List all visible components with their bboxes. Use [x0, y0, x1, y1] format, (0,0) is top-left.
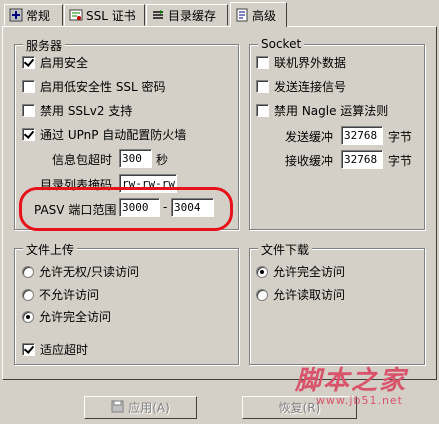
packet-timeout-unit: 秒 [156, 153, 169, 167]
download-full-radio[interactable]: 允许完全访问 [256, 263, 345, 280]
upload-group-title: 文件上传 [23, 241, 78, 258]
adapt-timeout-check[interactable] [22, 343, 35, 356]
dir-mask-label: 目录列表掩码 [40, 178, 113, 192]
dir-mask-input[interactable]: rw-rw-rw- [119, 174, 177, 193]
upnp-checkbox[interactable]: 通过 UPnP 自动配置防火墙 [22, 126, 186, 143]
tab-general[interactable]: 常规 [4, 4, 63, 26]
upload-full-label: 允许完全访问 [39, 310, 112, 324]
enable-security-checkbox[interactable]: 启用安全 [22, 54, 88, 71]
tab-cache[interactable]: 目录缓存 [146, 4, 228, 26]
tab-advanced[interactable]: 高级 [230, 2, 287, 27]
download-full-dot[interactable] [256, 265, 268, 278]
upload-deny-radio[interactable]: 不允许访问 [22, 286, 99, 303]
disable-sslv2-label: 禁用 SSLv2 支持 [40, 104, 133, 118]
apply-button-label: 应用(A) [128, 401, 170, 415]
tab-ssl-label: SSL 证书 [86, 8, 136, 23]
pasv-range-label: PASV 端口范围 [34, 203, 117, 217]
send-buffer-unit: 字节 [388, 130, 413, 144]
download-read-label: 允许读取访问 [273, 288, 346, 302]
disable-nagle-label: 禁用 Nagle 运算法则 [274, 104, 389, 118]
enable-low-ssl-label: 启用低安全性 SSL 密码 [40, 80, 166, 94]
watermark-url: www.jb51.net [315, 394, 403, 407]
disable-sslv2-checkbox[interactable]: 禁用 SSLv2 支持 [22, 102, 132, 119]
send-buffer-input[interactable]: 32768 [341, 126, 383, 145]
recv-buffer-unit: 字节 [388, 154, 413, 168]
upnp-check[interactable] [22, 128, 35, 141]
send-keepalive-check[interactable] [256, 80, 269, 93]
packet-timeout-label: 信息包超时 [52, 153, 113, 167]
upload-full-radio[interactable]: 允许完全访问 [22, 308, 111, 325]
settings-icon [9, 8, 23, 22]
tab-advanced-label: 高级 [252, 8, 277, 23]
download-full-label: 允许完全访问 [273, 265, 346, 279]
upnp-label: 通过 UPnP 自动配置防火墙 [40, 128, 187, 142]
download-read-dot[interactable] [256, 288, 268, 301]
watermark-logo-text: 脚本之家 [294, 366, 407, 396]
oob-data-checkbox[interactable]: 联机界外数据 [256, 54, 346, 71]
tab-ssl[interactable]: SSL 证书 [64, 4, 145, 26]
oob-data-label: 联机界外数据 [274, 56, 347, 70]
certificate-icon [69, 8, 83, 22]
enable-security-label: 启用安全 [40, 56, 89, 70]
pasv-from-input[interactable]: 3000 [119, 198, 160, 217]
oob-data-check[interactable] [256, 56, 269, 69]
disable-nagle-check[interactable] [256, 104, 269, 117]
disable-sslv2-check[interactable] [22, 104, 35, 117]
upload-no-perm-radio[interactable]: 允许无权/只读访问 [22, 263, 139, 280]
upload-no-perm-dot[interactable] [22, 265, 34, 278]
upload-no-perm-label: 允许无权/只读访问 [39, 265, 140, 279]
download-group-title: 文件下载 [258, 241, 313, 258]
apply-button[interactable]: 应用(A) [84, 396, 197, 419]
adapt-timeout-checkbox[interactable]: 适应超时 [22, 341, 88, 358]
cache-icon [151, 8, 165, 22]
upload-full-dot[interactable] [22, 310, 34, 323]
tab-general-label: 常规 [26, 8, 51, 23]
upload-deny-label: 不允许访问 [39, 288, 100, 302]
disable-nagle-checkbox[interactable]: 禁用 Nagle 运算法则 [256, 102, 388, 119]
pasv-to-input[interactable]: 3004 [171, 198, 214, 217]
enable-low-ssl-check[interactable] [22, 80, 35, 93]
recv-buffer-label: 接收缓冲 [285, 154, 334, 168]
packet-timeout-input[interactable]: 300 [119, 149, 152, 168]
socket-group-title: Socket [258, 37, 305, 51]
advanced-icon [235, 8, 249, 22]
enable-security-check[interactable] [22, 56, 35, 69]
restore-button-label: 恢复(R) [278, 401, 321, 415]
pasv-dash: - [163, 200, 168, 214]
send-keepalive-checkbox[interactable]: 发送连接信号 [256, 78, 346, 95]
enable-low-ssl-checkbox[interactable]: 启用低安全性 SSL 密码 [22, 78, 166, 95]
server-group-title: 服务器 [23, 37, 66, 54]
download-read-radio[interactable]: 允许读取访问 [256, 286, 345, 303]
tab-cache-label: 目录缓存 [168, 8, 217, 23]
send-buffer-label: 发送缓冲 [285, 130, 334, 144]
send-keepalive-label: 发送连接信号 [274, 80, 347, 94]
recv-buffer-input[interactable]: 32768 [341, 150, 383, 169]
adapt-timeout-label: 适应超时 [40, 343, 89, 357]
upload-deny-dot[interactable] [22, 288, 34, 301]
save-icon [111, 400, 124, 416]
